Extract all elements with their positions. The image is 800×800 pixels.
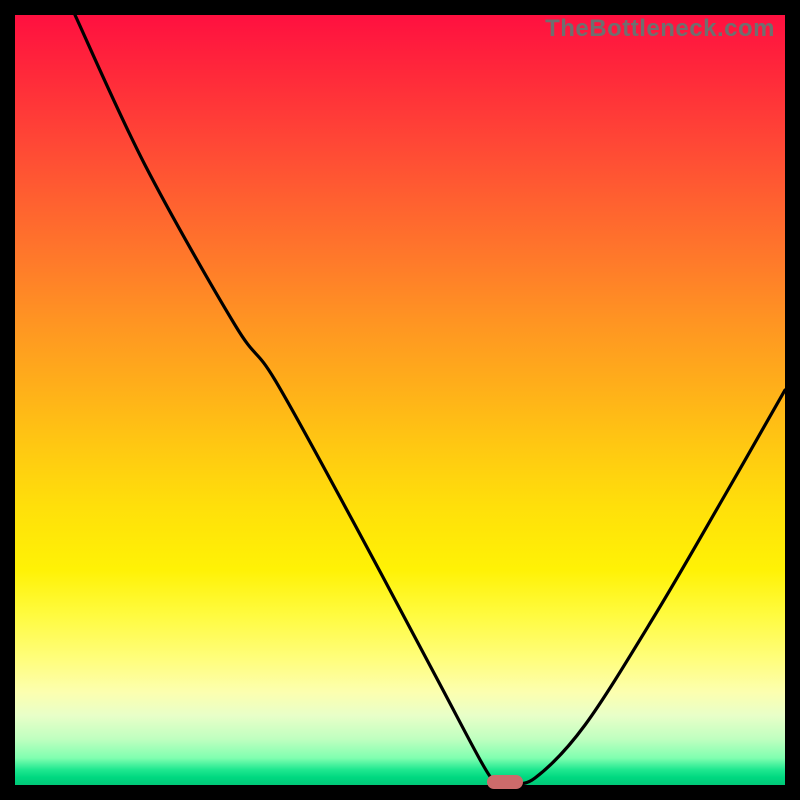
plot-area: TheBottleneck.com xyxy=(15,15,785,785)
optimum-marker xyxy=(487,775,523,789)
chart-container: TheBottleneck.com xyxy=(0,0,800,800)
bottleneck-curve xyxy=(75,15,785,784)
bottleneck-curve-svg xyxy=(15,15,785,785)
